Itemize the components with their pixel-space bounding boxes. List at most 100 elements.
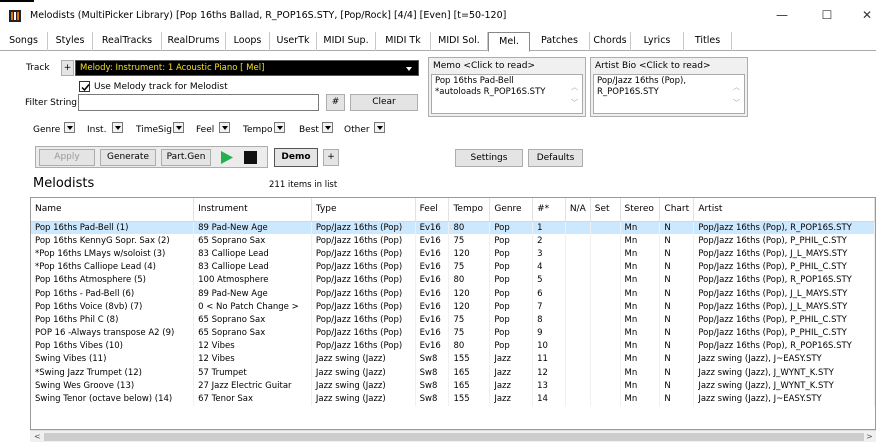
tab-bar: Songs Styles RealTracks RealDrums Loops UserT… <box>0 30 876 52</box>
use-melody-checkbox[interactable] <box>79 81 90 92</box>
apply-button[interactable]: Apply <box>39 149 95 166</box>
defaults-button[interactable]: Defaults <box>528 149 583 167</box>
tab-midi-sol[interactable]: MIDI Sol. <box>431 32 488 51</box>
table-cell: Pop 16ths Vibes (10) <box>31 339 195 353</box>
table-row[interactable]: POP 16 -Always transpose A2 (9) 65 Sopran… <box>31 326 875 340</box>
table-cell: Swing Wes Groove (13) <box>31 379 195 393</box>
column-header[interactable]: Feel <box>415 198 450 222</box>
table-cell: Pop/Jazz 16ths (Pop) <box>311 273 416 287</box>
track-add-button[interactable]: + <box>61 60 74 76</box>
play-icon[interactable] <box>220 150 234 165</box>
column-header[interactable]: #* <box>532 198 566 222</box>
table-cell: 75 <box>448 260 491 274</box>
table-cell: Mn <box>620 273 661 287</box>
minimize-button[interactable]: — <box>772 7 792 23</box>
filter-timesig-dropdown[interactable] <box>173 122 184 133</box>
maximize-button[interactable]: ☐ <box>817 7 837 23</box>
table-cell <box>565 366 591 380</box>
column-header[interactable]: Instrument <box>193 198 312 222</box>
table-cell <box>565 352 591 367</box>
tab-lyrics[interactable]: Lyrics <box>631 32 684 51</box>
scroll-right-icon[interactable]: > <box>866 431 873 442</box>
table-row[interactable]: Swing Tenor (octave below) (14) 67 Tenor … <box>31 392 875 406</box>
tab-usertk[interactable]: UserTk <box>270 32 317 51</box>
filter-genre-dropdown[interactable] <box>64 122 75 133</box>
artist-bio-group[interactable]: Artist Bio <Click to read> Pop/Jazz 16th… <box>590 57 748 117</box>
scrollbar-thumb[interactable] <box>44 433 864 441</box>
memo-text: Pop 16ths Pad-Bell *autoloads R_POP16S.S… <box>431 74 583 114</box>
table-row[interactable]: *Pop 16ths LMays w/soloist (3) 83 Calliop… <box>31 247 875 261</box>
table-header: Name Instrument Type Feel Tempo Genre #* N/A Set… <box>31 198 875 222</box>
table-cell: 5 <box>532 273 566 287</box>
tab-midi-sup[interactable]: MIDI Sup. <box>317 32 376 51</box>
filter-tempo-dropdown[interactable] <box>274 122 285 133</box>
tab-patches[interactable]: Patches <box>530 32 590 51</box>
table-row[interactable]: *Swing Jazz Trumpet (12) 57 Trumpet Jazz s… <box>31 366 875 380</box>
table-cell: Sw8 <box>415 392 450 406</box>
table-cell <box>590 366 621 380</box>
demo-button[interactable]: Demo <box>274 148 318 167</box>
table-cell: Jazz swing (Jazz), J~EASY.STY <box>693 392 875 406</box>
settings-button[interactable]: Settings <box>455 149 523 167</box>
table-cell: *Swing Jazz Trumpet (12) <box>31 366 195 380</box>
filter-inst-dropdown[interactable] <box>112 122 123 133</box>
table-row[interactable]: Pop 16ths - Pad-Bell (6) 89 Pad-New Age Po… <box>31 286 875 301</box>
table-row[interactable]: Swing Vibes (11) 12 Vibes Jazz swing (Jazz… <box>31 352 875 367</box>
column-header[interactable]: Genre <box>489 198 534 222</box>
clear-button[interactable]: Clear <box>350 94 418 111</box>
column-header[interactable]: Chart <box>659 198 695 222</box>
table-row[interactable]: Pop 16ths Phil C (8) 65 Soprano Sax Pop/Ja… <box>31 313 875 327</box>
tab-chords[interactable]: Chords <box>590 32 631 51</box>
table-cell: Jazz swing (Jazz) <box>311 366 416 380</box>
table-cell: Pop/Jazz 16ths (Pop), J_L_MAYS.STY <box>693 300 875 314</box>
tab-loops[interactable]: Loops <box>226 32 270 51</box>
table-cell: 155 <box>448 392 491 406</box>
demo-add-button[interactable]: + <box>323 149 339 166</box>
filter-input[interactable] <box>78 94 319 111</box>
table-cell: N <box>659 273 695 287</box>
tab-mel[interactable]: Mel. <box>488 32 530 52</box>
tab-titles[interactable]: Titles <box>684 32 732 51</box>
table-row[interactable]: Swing Wes Groove (13) 27 Jazz Electric Gu… <box>31 379 875 393</box>
table-cell <box>565 221 591 235</box>
filter-other-dropdown[interactable] <box>374 122 385 133</box>
tab-realtracks[interactable]: RealTracks <box>93 32 162 51</box>
column-header[interactable]: Type <box>311 198 416 222</box>
stop-icon[interactable] <box>244 151 257 164</box>
item-count: 211 items in list <box>269 180 338 190</box>
table-row[interactable]: Pop 16ths KennyG Sopr. Sax (2) 65 Soprano… <box>31 234 875 248</box>
table-cell <box>590 273 621 287</box>
track-select[interactable]: Melody: Instrument: 1 Acoustic Piano [ M… <box>75 60 419 76</box>
generate-button[interactable]: Generate <box>100 149 156 166</box>
column-header[interactable]: Stereo <box>620 198 661 222</box>
table-row[interactable]: *Pop 16ths Calliope Lead (4) 83 Calliope … <box>31 260 875 274</box>
tab-realdrums[interactable]: RealDrums <box>162 32 226 51</box>
table-cell: Pop/Jazz 16ths (Pop), R_POP16S.STY <box>693 339 875 353</box>
column-header[interactable]: Name <box>31 198 195 222</box>
table-cell: 3 <box>532 247 566 261</box>
table-row[interactable]: Pop 16ths Pad-Bell (1) 89 Pad-New Age Pop/… <box>31 221 875 235</box>
table-row[interactable]: Pop 16ths Atmosphere (5) 100 Atmosphere Po… <box>31 273 875 287</box>
table-row[interactable]: Pop 16ths Vibes (10) 12 Vibes Pop/Jazz 16t… <box>31 339 875 353</box>
table-cell: 65 Soprano Sax <box>193 313 312 327</box>
filter-best-dropdown[interactable] <box>322 122 333 133</box>
tab-midi-tk[interactable]: MIDI Tk <box>376 32 431 51</box>
memo-group[interactable]: Memo <Click to read> Pop 16ths Pad-Bell … <box>428 57 586 117</box>
table-cell: Mn <box>620 234 661 248</box>
tab-styles[interactable]: Styles <box>48 32 93 51</box>
melodist-table[interactable]: Name Instrument Type Feel Tempo Genre #* N/A Set… <box>30 197 876 430</box>
table-cell: 80 <box>448 221 491 235</box>
column-header[interactable]: Set <box>590 198 621 222</box>
column-header[interactable]: Artist <box>693 198 875 222</box>
column-header[interactable]: N/A <box>565 198 591 222</box>
hash-button[interactable]: # <box>326 94 345 111</box>
scroll-left-icon[interactable]: < <box>34 431 41 442</box>
column-header[interactable]: Tempo <box>448 198 491 222</box>
horizontal-scrollbar[interactable]: < > <box>30 430 876 442</box>
table-cell: Ev16 <box>415 313 450 327</box>
filter-feel-dropdown[interactable] <box>219 122 230 133</box>
close-button[interactable]: ✕ <box>857 7 876 23</box>
tab-songs[interactable]: Songs <box>0 32 48 51</box>
partgen-button[interactable]: Part.Gen <box>161 149 211 166</box>
table-row[interactable]: Pop 16ths Voice (8vb) (7) 0 < No Patch Ch… <box>31 300 875 314</box>
